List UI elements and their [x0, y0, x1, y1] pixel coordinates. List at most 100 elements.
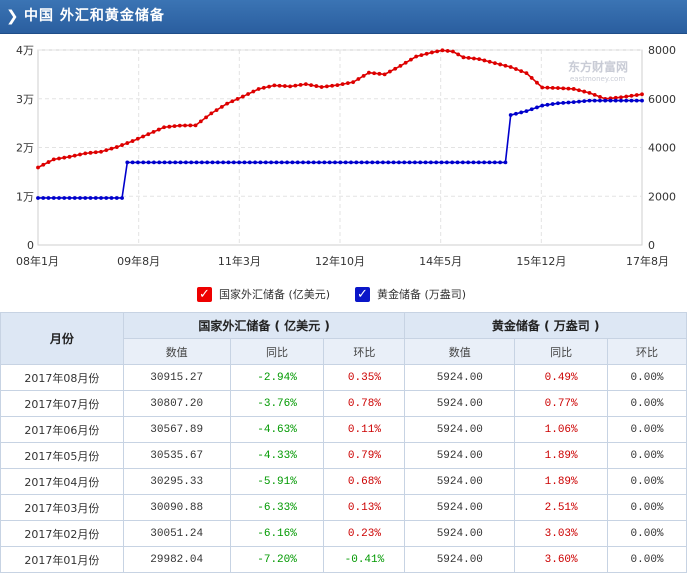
gold-point — [295, 160, 300, 165]
gold-point — [407, 160, 412, 165]
gold-point — [78, 196, 82, 200]
forex-yoy-cell: -6.33% — [229, 494, 325, 521]
gold-point — [434, 160, 439, 165]
gold-point — [386, 160, 391, 165]
gold-point — [370, 160, 375, 165]
gold-point — [566, 100, 571, 105]
forex-value-cell: 30567.89 — [122, 416, 231, 443]
gold-point — [93, 196, 98, 200]
gold-point — [237, 160, 242, 165]
forex-point — [146, 132, 151, 137]
table-row: 2017年03月份 30090.88 -6.33% 0.13% 5924.00 … — [0, 494, 687, 521]
forex-value-header: 数值 — [122, 338, 231, 365]
forex-point — [356, 77, 361, 81]
forex-point — [99, 149, 103, 154]
gold-point — [471, 160, 476, 165]
x-tick-label: 12年10月 — [315, 254, 365, 268]
forex-point — [167, 124, 172, 129]
gold-point — [556, 101, 560, 106]
gold-point — [51, 196, 56, 200]
forex-point — [57, 156, 61, 161]
gold-point — [173, 160, 178, 165]
forex-mom-cell: 0.13% — [323, 494, 406, 521]
gold-value-cell: 5924.00 — [404, 494, 516, 521]
gold-point — [215, 160, 220, 165]
forex-point — [435, 49, 440, 54]
forex-point — [493, 61, 497, 66]
forex-value-cell: 30090.88 — [122, 494, 231, 521]
gold-point — [114, 196, 119, 200]
forex-mom-cell: 0.35% — [323, 364, 406, 391]
page-title: 中国 外汇和黄金储备 — [24, 8, 165, 24]
forex-point — [282, 84, 287, 88]
gold-point — [72, 196, 77, 200]
gold-point — [524, 109, 529, 114]
table-row: 2017年01月份 29982.04 -7.20% -0.41% 5924.00… — [0, 546, 687, 573]
forex-point — [198, 119, 203, 124]
gold-point — [529, 107, 534, 112]
gold-point — [152, 160, 156, 165]
forex-yoy-cell: -6.16% — [229, 520, 325, 547]
gold-point — [603, 98, 608, 103]
forex-mom-cell: 0.68% — [323, 468, 406, 495]
gold-point — [492, 160, 497, 165]
y-right-tick-label: 6000 — [648, 93, 676, 106]
forex-point — [361, 73, 366, 78]
gold-yoy-cell: 3.60% — [514, 546, 609, 573]
forex-yoy-cell: -5.91% — [229, 468, 325, 495]
month-cell: 2017年06月份 — [0, 416, 124, 443]
gold-point — [146, 160, 151, 165]
gold-point — [226, 160, 231, 165]
forex-point — [219, 104, 224, 109]
forex-point — [466, 56, 471, 60]
reserves-chart: 0 0 1万 2000 2万 4000 3万 6000 4万 8000 08年1月 09年8月 11年3… — [16, 44, 676, 268]
gold-point — [109, 196, 114, 200]
forex-yoy-cell: -4.63% — [229, 416, 325, 443]
table-row: 2017年06月份 30567.89 -4.63% 0.11% 5924.00 … — [0, 416, 687, 443]
forex-point — [183, 123, 187, 128]
gold-mom-cell: 0.00% — [607, 546, 687, 573]
forex-point — [372, 71, 377, 76]
forex-point — [619, 95, 623, 100]
forex-point — [125, 141, 130, 145]
gold-point — [306, 160, 311, 165]
reserves-table: 月份 国家外汇储备 ( 亿美元 ) 黄金储备 ( 万盎司 ) 数值 同比 环比 … — [0, 312, 687, 573]
watermark-name: 东方财富网 — [568, 59, 628, 74]
forex-point — [366, 70, 371, 75]
checkbox-checked-icon[interactable]: ✓ — [197, 287, 212, 302]
forex-point — [335, 83, 340, 87]
checkbox-checked-icon[interactable]: ✓ — [355, 287, 370, 302]
y-left-tick-label: 4万 — [16, 44, 34, 57]
gold-point — [487, 160, 492, 165]
gold-value-cell: 5924.00 — [404, 364, 516, 391]
gold-point — [460, 160, 465, 165]
gold-point — [535, 105, 539, 110]
forex-point — [151, 129, 156, 134]
forex-point — [319, 85, 324, 89]
gold-point — [183, 160, 188, 165]
y-left-tick-label: 1万 — [16, 190, 34, 203]
y-left-tick-label: 3万 — [16, 93, 34, 106]
forex-point — [46, 160, 51, 164]
forex-point — [135, 136, 140, 141]
gold-yoy-cell: 1.06% — [514, 416, 609, 443]
gold-point — [402, 160, 407, 165]
gold-mom-cell: 0.00% — [607, 416, 687, 443]
forex-point — [314, 84, 319, 88]
forex-point — [382, 72, 387, 77]
forex-point — [104, 148, 109, 153]
forex-point — [62, 155, 67, 160]
gold-yoy-cell: 1.89% — [514, 442, 609, 469]
gold-point — [550, 102, 555, 106]
gold-point — [592, 98, 597, 103]
forex-point — [78, 152, 82, 157]
month-cell: 2017年01月份 — [0, 546, 124, 573]
gold-yoy-cell: 0.49% — [514, 364, 609, 391]
forex-point — [508, 65, 513, 69]
gold-point — [205, 160, 210, 165]
forex-point — [340, 82, 345, 87]
forex-value-cell: 30535.67 — [122, 442, 231, 469]
forex-point — [472, 56, 476, 61]
gold-point — [41, 196, 46, 200]
gold-mom-cell: 0.00% — [607, 494, 687, 521]
